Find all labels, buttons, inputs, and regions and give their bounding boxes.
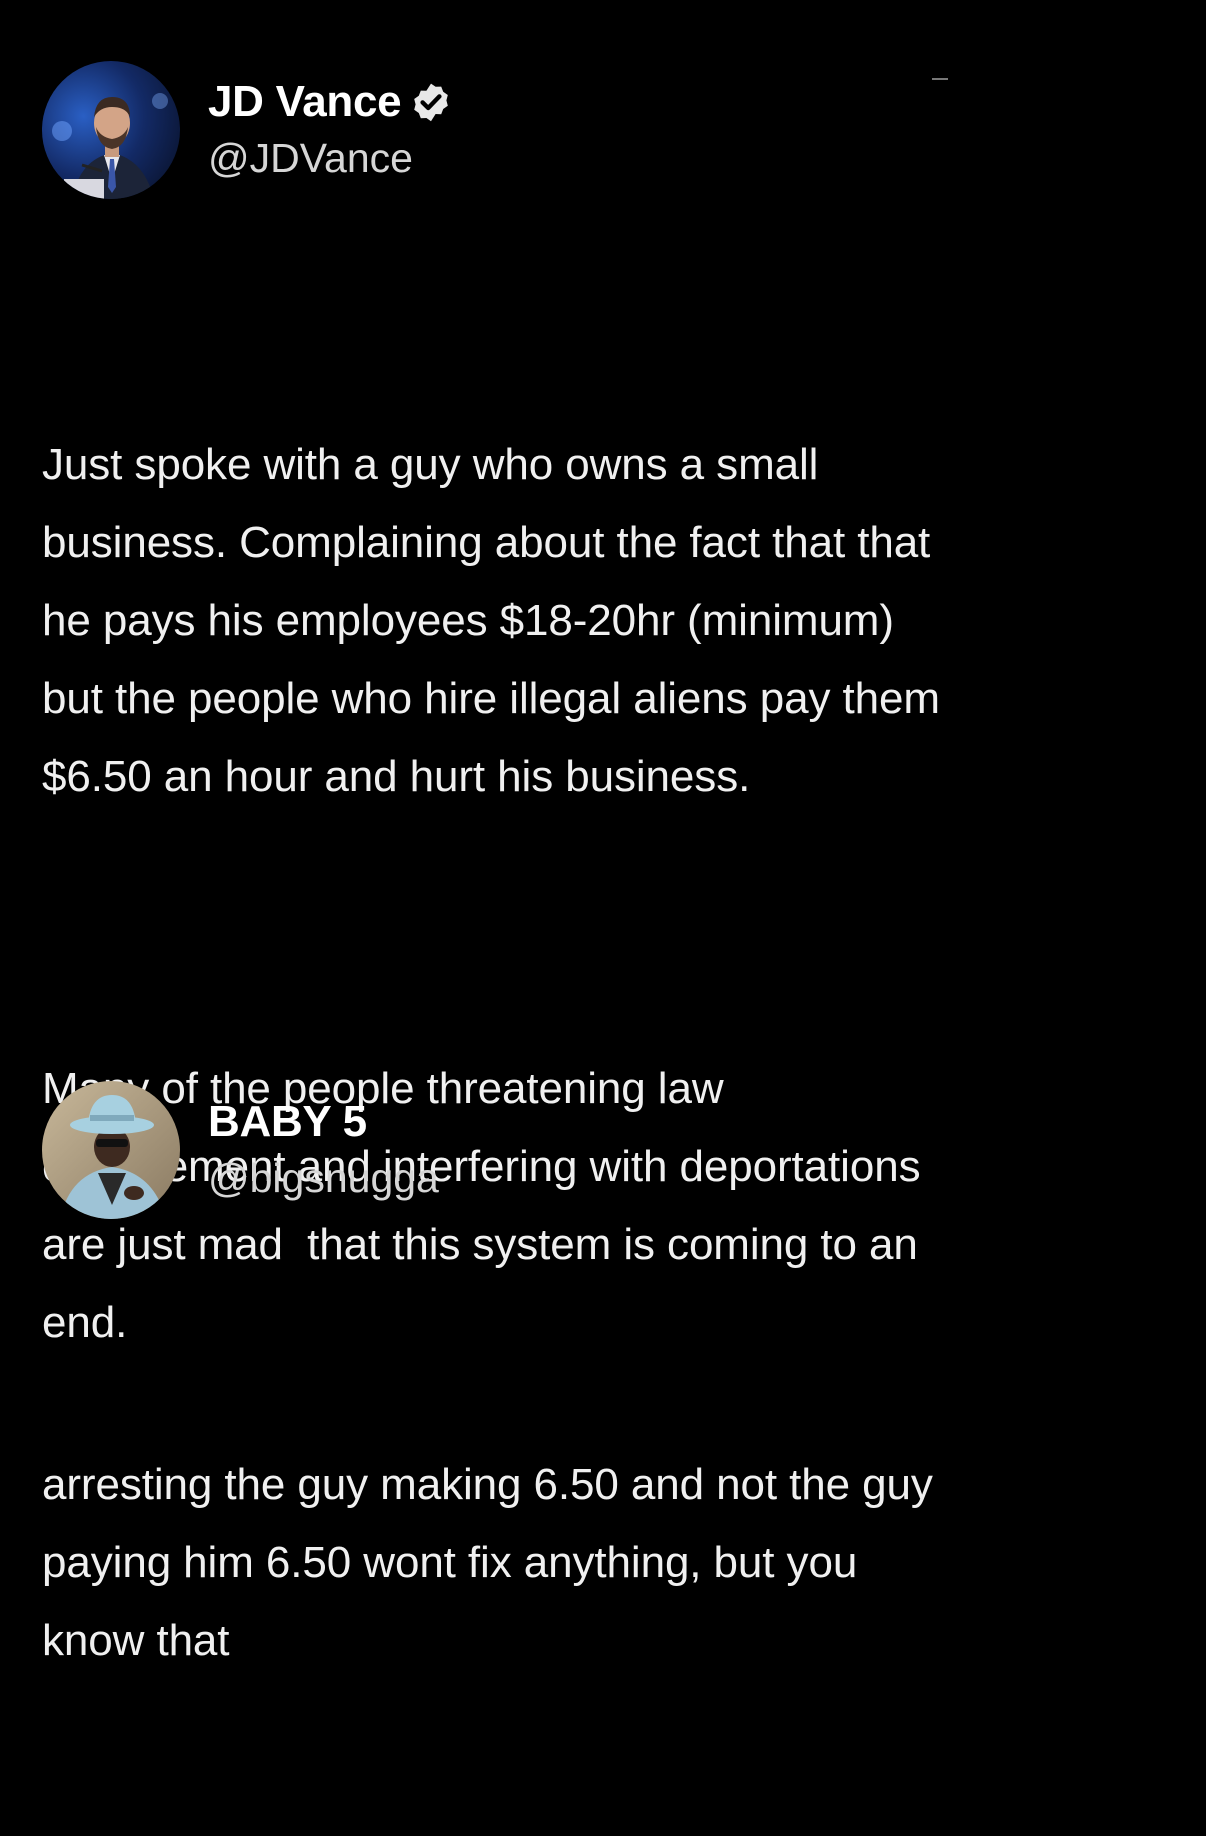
display-name-row: BABY 5: [208, 1095, 439, 1149]
post-paragraph: arresting the guy making 6.50 and not th…: [42, 1460, 933, 1665]
author-names: JD Vance @JDVance: [208, 75, 455, 185]
display-name[interactable]: BABY 5: [208, 1095, 367, 1149]
avatar-image: [42, 1081, 180, 1219]
handle[interactable]: @bigsnugga: [208, 1151, 439, 1205]
avatar[interactable]: [42, 1081, 180, 1219]
post-paragraph: Just spoke with a guy who owns a small b…: [42, 440, 940, 801]
avatar[interactable]: [42, 61, 180, 199]
post-header: JD Vance @JDVance: [42, 60, 1166, 200]
post-text: arresting the guy making 6.50 and not th…: [42, 1290, 1166, 1836]
display-name-row: JD Vance: [208, 75, 455, 129]
author-names: BABY 5 @bigsnugga: [208, 1095, 439, 1205]
post-header: BABY 5 @bigsnugga: [42, 1080, 1166, 1220]
display-name[interactable]: JD Vance: [208, 75, 402, 129]
avatar-image: [42, 61, 180, 199]
verified-badge-icon: [407, 78, 455, 126]
post-bigsnugga[interactable]: BABY 5 @bigsnugga arresting the guy maki…: [42, 1080, 1166, 1836]
handle[interactable]: @JDVance: [208, 131, 455, 185]
